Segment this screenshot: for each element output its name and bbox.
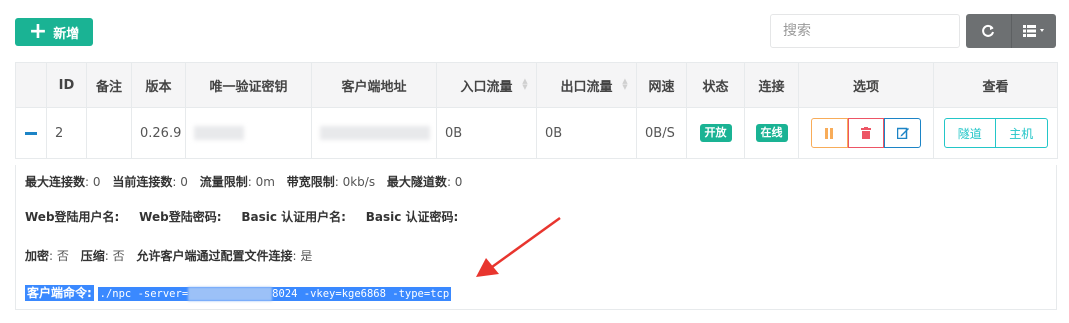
col-header-export-flow-label: 出口流量: [560, 79, 613, 95]
row-collapse-cell[interactable]: [15, 107, 47, 159]
max-conn-value: 0: [92, 175, 101, 189]
sort-icon: ▲ ▼: [622, 77, 628, 91]
max-conn-label: 最大连接数: [25, 175, 86, 189]
cell-options: [798, 107, 934, 159]
cell-status: 开放: [686, 107, 745, 159]
detail-auth-line: Web登陆用户名: Web登陆密码: Basic 认证用户名: Basic 认证…: [25, 208, 458, 225]
col-header-inlet-flow-label: 入口流量: [460, 79, 513, 95]
pause-icon: [825, 127, 834, 139]
rate-limit-value: 0kb/s: [342, 175, 376, 189]
col-header-connection[interactable]: 连接: [744, 62, 799, 108]
table-row: 2 0.26.9 0B 0B 0B/S 开放 在线 隧道 主机: [15, 107, 1058, 159]
max-tunnel-value: 0: [454, 175, 463, 189]
table-toolbar: [966, 14, 1056, 48]
cell-vkey: [185, 107, 312, 159]
rate-limit-label: 带宽限制: [286, 175, 335, 189]
view-button-group: 隧道 主机: [943, 118, 1048, 148]
crypt-label: 加密: [25, 249, 50, 263]
options-button-group: [811, 118, 922, 148]
host-button[interactable]: 主机: [996, 118, 1048, 148]
cur-conn-label: 当前连接数: [112, 175, 173, 189]
col-header-remark[interactable]: 备注: [86, 62, 132, 108]
command-label: 客户端命令:: [25, 285, 94, 301]
table-header-row: ID 备注 版本 唯一验证密钥 客户端地址 入口流量 ▲ ▼ 出口流量 ▲ ▼ 网速 状…: [15, 62, 1058, 108]
col-header-export-flow[interactable]: 出口流量 ▲ ▼: [536, 62, 637, 108]
col-header-vkey[interactable]: 唯一验证密钥: [185, 62, 312, 108]
crypt-value: 否: [56, 249, 69, 263]
refresh-button[interactable]: [966, 14, 1011, 48]
add-button[interactable]: + 新增: [15, 18, 93, 46]
status-badge: 开放: [699, 124, 732, 142]
col-header-speed[interactable]: 网速: [636, 62, 687, 108]
command-suffix: 8024 -vkey=kge6868 -type=tcp: [272, 288, 450, 300]
sort-icon: ▲ ▼: [522, 77, 528, 91]
compress-label: 压缩: [80, 249, 105, 263]
red-arrow-annotation: [476, 216, 561, 277]
col-header-options: 选项: [798, 62, 934, 108]
redacted-vkey: [194, 126, 244, 140]
col-header-status[interactable]: 状态: [686, 62, 745, 108]
connection-badge: 在线: [755, 124, 788, 142]
compress-value: 否: [112, 249, 125, 263]
col-header-id[interactable]: ID: [46, 62, 87, 108]
web-user-label: Web登陆用户名:: [25, 210, 120, 224]
cell-export-flow: 0B: [536, 107, 637, 159]
edit-button[interactable]: [884, 118, 922, 148]
detail-flags-line: 加密: 否 压缩: 否 允许客户端通过配置文件连接: 是: [25, 249, 313, 263]
max-tunnel-label: 最大隧道数: [386, 175, 447, 189]
cell-id: 2: [46, 107, 87, 159]
detail-command-line: 客户端命令: ./npc -server= 8024 -vkey=kge6868 …: [25, 284, 452, 301]
col-header-address[interactable]: 客户端地址: [311, 62, 437, 108]
command-prefix: ./npc -server=: [99, 288, 189, 300]
edit-icon: [896, 127, 909, 139]
add-button-label: 新增: [53, 26, 80, 42]
cell-remark: [86, 107, 132, 159]
col-header-version[interactable]: 版本: [131, 62, 186, 108]
config-conn-label: 允许客户端通过配置文件连接: [136, 249, 293, 263]
pause-button[interactable]: [811, 118, 848, 148]
col-header-view: 查看: [933, 62, 1058, 108]
trash-icon: [861, 127, 871, 139]
col-header-toggle: [15, 62, 47, 108]
web-pass-label: Web登陆密码:: [139, 210, 222, 224]
flow-limit-label: 流量限制: [199, 175, 248, 189]
cell-view: 隧道 主机: [933, 107, 1058, 159]
columns-dropdown-button[interactable]: [1010, 14, 1057, 48]
command-text[interactable]: ./npc -server= 8024 -vkey=kge6868 -type=t…: [97, 287, 452, 301]
cell-address: [311, 107, 437, 159]
cell-speed: 0B/S: [636, 107, 687, 159]
basic-user-label: Basic 认证用户名:: [241, 210, 346, 224]
delete-button[interactable]: [847, 118, 885, 148]
redacted-address: [320, 126, 430, 140]
list-icon: [1022, 25, 1044, 37]
client-table: ID 备注 版本 唯一验证密钥 客户端地址 入口流量 ▲ ▼ 出口流量 ▲ ▼ 网速 状…: [15, 62, 1058, 159]
cell-version: 0.26.9: [131, 107, 186, 159]
col-header-inlet-flow[interactable]: 入口流量 ▲ ▼: [436, 62, 537, 108]
detail-limits-line: 最大连接数: 0 当前连接数: 0 流量限制: 0m 带宽限制: 0kb/s 最…: [25, 175, 463, 189]
refresh-icon: [982, 24, 995, 37]
cell-connection: 在线: [744, 107, 799, 159]
flow-limit-value: 0m: [255, 175, 275, 189]
search-input[interactable]: [770, 14, 960, 48]
collapse-icon[interactable]: [25, 131, 37, 135]
redacted-server: [188, 287, 273, 301]
plus-icon: +: [28, 19, 48, 44]
cur-conn-value: 0: [180, 175, 188, 189]
cell-inlet-flow: 0B: [436, 107, 537, 159]
basic-pass-label: Basic 认证密码:: [365, 210, 459, 224]
tunnel-button[interactable]: 隧道: [943, 118, 996, 148]
config-conn-value: 是: [300, 249, 313, 263]
